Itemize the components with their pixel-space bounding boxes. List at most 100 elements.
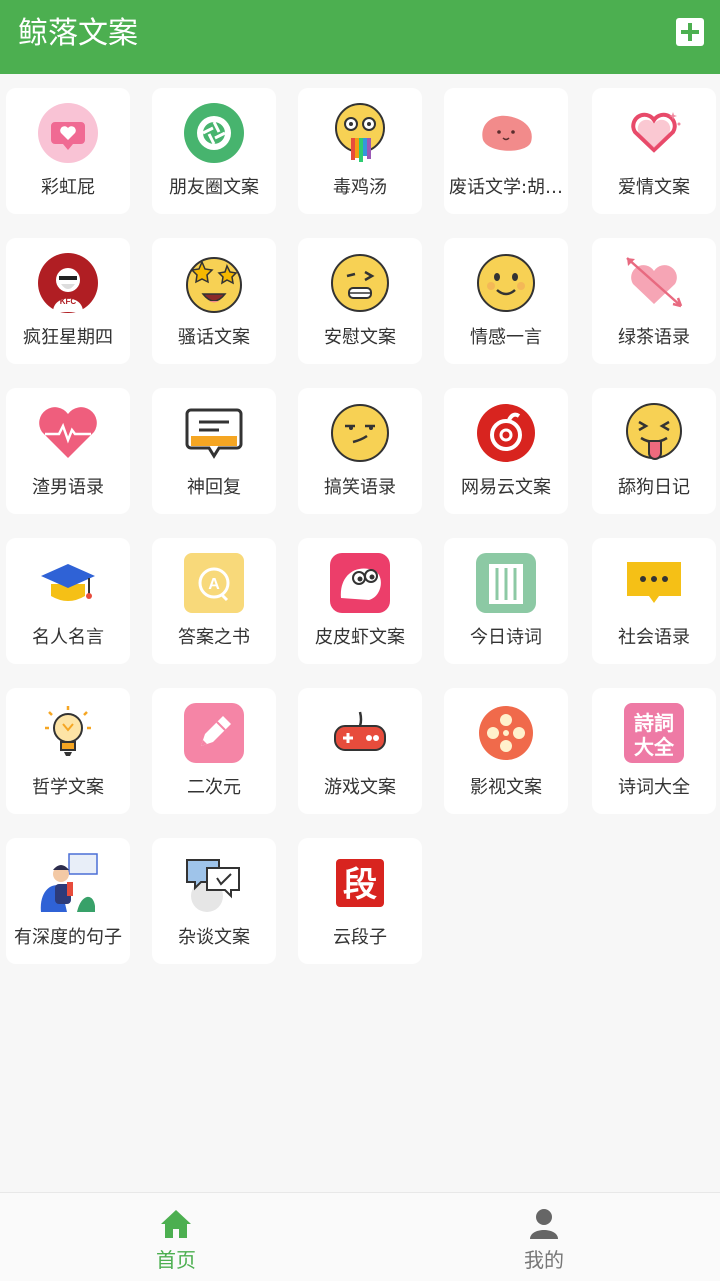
lightbulb-icon: [45, 706, 91, 756]
tab-mine-label: 我的: [524, 1248, 564, 1272]
category-card[interactable]: 废话文学:胡…: [444, 88, 568, 214]
category-card[interactable]: 有深度的句子: [6, 838, 130, 964]
category-card[interactable]: 今日诗词: [444, 538, 568, 664]
duan-character-icon: 段: [336, 859, 384, 907]
app-bar: 鲸落文案: [0, 0, 720, 74]
category-card[interactable]: 爱情文案: [592, 88, 716, 214]
category-card[interactable]: 詩詞 大全 诗词大全: [592, 688, 716, 814]
category-label: 朋友圈文案: [169, 177, 259, 198]
kfc-logo-icon: KFC: [38, 253, 98, 313]
category-label: 今日诗词: [470, 627, 542, 648]
svg-text:大全: 大全: [634, 735, 675, 759]
category-card[interactable]: 舔狗日记: [592, 388, 716, 514]
rainbow-drool-emoji-icon: [335, 103, 385, 162]
category-label: 情感一言: [470, 327, 542, 348]
category-label: 社会语录: [618, 627, 690, 648]
category-label: 爱情文案: [618, 177, 690, 198]
category-label: 神回复: [187, 477, 241, 498]
svg-text:段: 段: [343, 865, 377, 905]
gamepad-icon: [334, 711, 386, 751]
category-card[interactable]: 神回复: [152, 388, 276, 514]
ellipsis-bubble-icon: [627, 562, 681, 603]
category-label: 骚话文案: [178, 327, 250, 348]
chat-bubbles-icon: [186, 859, 240, 912]
svg-text:A: A: [208, 576, 220, 593]
category-label: 杂谈文案: [178, 927, 250, 948]
arrow-heart-icon: [626, 257, 683, 308]
category-label: 哲学文案: [32, 777, 104, 798]
category-label: 渣男语录: [32, 477, 104, 498]
category-card[interactable]: 段 云段子: [298, 838, 422, 964]
category-card[interactable]: KFC 疯狂星期四: [6, 238, 130, 364]
app-title: 鲸落文案: [18, 16, 138, 51]
tongue-emoji-icon: [626, 403, 682, 460]
pink-blob-icon: [482, 115, 532, 151]
pink-heart-bubble-icon: [38, 103, 98, 163]
svg-text:KFC: KFC: [60, 297, 77, 306]
camera-shutter-icon: [184, 103, 244, 163]
category-label: 诗词大全: [618, 777, 690, 798]
pencil-icon: [184, 703, 244, 763]
category-grid: 彩虹屁 朋友圈文案 毒鸡汤 废话文学:胡… 爱情文案 KFC 疯狂星期四 骚话文…: [0, 74, 720, 974]
svg-text:詩詞: 詩詞: [634, 711, 674, 735]
add-icon[interactable]: [676, 18, 704, 46]
category-card[interactable]: 杂谈文案: [152, 838, 276, 964]
category-label: 有深度的句子: [14, 927, 122, 948]
answer-book-icon: A: [184, 553, 244, 613]
category-card[interactable]: 安慰文案: [298, 238, 422, 364]
category-card[interactable]: 社会语录: [592, 538, 716, 664]
category-card[interactable]: 朋友圈文案: [152, 88, 276, 214]
category-card[interactable]: 情感一言: [444, 238, 568, 364]
category-card[interactable]: A 答案之书: [152, 538, 276, 664]
pipixia-app-icon: [330, 553, 390, 613]
category-card[interactable]: 哲学文案: [6, 688, 130, 814]
netease-music-icon: [477, 404, 535, 462]
category-label: 搞笑语录: [324, 477, 396, 498]
category-card[interactable]: 名人名言: [6, 538, 130, 664]
category-label: 名人名言: [32, 627, 104, 648]
category-label: 绿茶语录: [618, 327, 690, 348]
tab-home[interactable]: 首页: [76, 1193, 276, 1281]
chat-bubble-icon: [185, 408, 243, 459]
thinker-illustration-icon: [40, 853, 98, 912]
category-label: 答案之书: [178, 627, 250, 648]
category-card[interactable]: 彩虹屁: [6, 88, 130, 214]
category-card[interactable]: 游戏文案: [298, 688, 422, 814]
category-card[interactable]: 毒鸡汤: [298, 88, 422, 214]
grimace-emoji-icon: [331, 254, 389, 312]
category-card[interactable]: 影视文案: [444, 688, 568, 814]
category-card[interactable]: 绿茶语录: [592, 238, 716, 364]
category-label: 皮皮虾文案: [315, 627, 405, 648]
category-label: 二次元: [187, 777, 241, 798]
category-card[interactable]: 皮皮虾文案: [298, 538, 422, 664]
category-label: 舔狗日记: [618, 477, 690, 498]
poetry-scroll-icon: [476, 553, 536, 613]
film-reel-icon: [479, 706, 533, 760]
category-card[interactable]: 网易云文案: [444, 388, 568, 514]
smile-emoji-icon: [477, 254, 535, 312]
home-icon: [161, 1210, 191, 1238]
star-eyes-emoji-icon: [186, 257, 242, 313]
category-label: 废话文学:胡…: [448, 177, 564, 198]
category-label: 网易云文案: [461, 477, 551, 498]
category-label: 彩虹屁: [41, 177, 95, 198]
category-label: 毒鸡汤: [333, 177, 387, 198]
category-card[interactable]: 渣男语录: [6, 388, 130, 514]
category-label: 影视文案: [470, 777, 542, 798]
category-label: 疯狂星期四: [23, 327, 113, 348]
user-icon: [530, 1209, 558, 1239]
category-card[interactable]: 二次元: [152, 688, 276, 814]
heartbeat-heart-icon: [39, 407, 97, 458]
sparkle-heart-icon: [631, 112, 681, 153]
smirk-emoji-icon: [331, 404, 389, 462]
category-label: 游戏文案: [324, 777, 396, 798]
category-label: 安慰文案: [324, 327, 396, 348]
category-card[interactable]: 骚话文案: [152, 238, 276, 364]
poetry-collection-icon: 詩詞 大全: [624, 703, 684, 763]
tab-mine[interactable]: 我的: [444, 1193, 644, 1281]
bottom-navigation: 首页 我的: [0, 1192, 720, 1281]
category-label: 云段子: [333, 927, 387, 948]
graduation-cap-icon: [41, 564, 95, 601]
category-card[interactable]: 搞笑语录: [298, 388, 422, 514]
tab-home-label: 首页: [156, 1248, 196, 1272]
